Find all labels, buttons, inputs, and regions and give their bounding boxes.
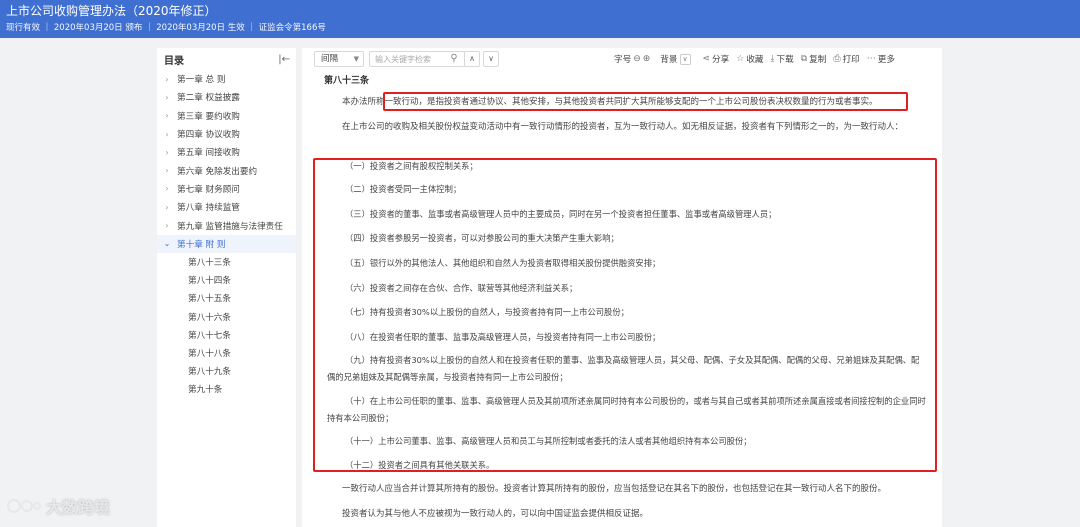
- toc-list: › 第一章 总 则 › 第二章 权益披露 › 第三章 要约收购 › 第四章 协议收购 ›…: [157, 70, 296, 398]
- download-icon: ⤓: [770, 54, 775, 64]
- chevron-right-icon: ›: [165, 129, 169, 139]
- chevron-down-icon: ∨: [679, 53, 691, 65]
- toc-sidebar: 目录 |← › 第一章 总 则 › 第二章 权益披露 › 第三章 要约收购 › 第四章 …: [157, 48, 296, 527]
- watermark: 大数跨境: [6, 494, 110, 518]
- paragraph-counter-evidence: 投资者认为其与他人不应被视为一致行动人的，可以向中国证监会提供相反证据。: [342, 509, 649, 519]
- toc-chapter[interactable]: › 第六章 免除发出要约: [157, 161, 296, 179]
- article-title: 第八十三条: [324, 76, 370, 86]
- more-icon: ⋯: [866, 54, 876, 64]
- toc-chapter[interactable]: › 第一章 总 则: [157, 70, 296, 88]
- content-toolbar: 间隔 ▼ ⚲ ∧ ∨ 字号 ⊖ ⊕ 背景 ∨ ⋖ 分享 ☆ 收藏: [302, 48, 942, 70]
- list-item: （一）投资者之间有股权控制关系；: [345, 161, 478, 171]
- list-item: （三）投资者的董事、监事或者高级管理人员中的主要成员，同时在另一个投资者担任董事…: [345, 209, 777, 219]
- list-item: （十一）上市公司董事、监事、高级管理人员和员工与其所控制或者委托的法人或者其他组…: [345, 436, 752, 446]
- prev-match-button[interactable]: ∧: [464, 51, 480, 67]
- toc-chapter[interactable]: › 第七章 财务顾问: [157, 180, 296, 198]
- star-icon: ☆: [736, 54, 745, 64]
- spacing-select[interactable]: 间隔 ▼: [314, 51, 364, 67]
- toc-article[interactable]: 第八十八条: [157, 344, 296, 362]
- list-item: （九）持有投资者30%以上股份的自然人和在投资者任职的董事、监事及高级管理人员，…: [327, 355, 920, 382]
- chevron-right-icon: ›: [165, 184, 169, 194]
- toc-chapter[interactable]: › 第二章 权益披露: [157, 88, 296, 106]
- list-item: （六）投资者之间存在合伙、合作、联营等其他经济利益关系；: [345, 283, 578, 293]
- watermark-logo-icon: [7, 499, 41, 513]
- chevron-right-icon: ›: [165, 74, 169, 84]
- toc-article[interactable]: 第九十条: [157, 380, 296, 398]
- next-match-button[interactable]: ∨: [483, 51, 499, 67]
- toc-chapter-active[interactable]: ⌄ 第十章 附 则: [157, 234, 296, 253]
- download-button[interactable]: ⤓ 下载: [771, 53, 794, 65]
- toc-chapter[interactable]: › 第四章 协议收购: [157, 125, 296, 143]
- list-item: （四）投资者参股另一投资者，可以对参股公司的重大决策产生重大影响；: [345, 233, 619, 243]
- intro-prefix: 本办法所称: [342, 97, 385, 107]
- chevron-right-icon: ›: [165, 221, 169, 231]
- copy-icon: ⧉: [800, 54, 808, 64]
- more-button[interactable]: ⋯ 更多: [867, 53, 895, 65]
- paragraph-aggregation: 一致行动人应当合并计算其所持有的股份。投资者计算其所持有的股份，应当包括登记在其…: [342, 484, 887, 494]
- chevron-down-icon: ⌄: [163, 239, 171, 249]
- list-item: （五）银行以外的其他法人、其他组织和自然人为投资者取得相关股份提供融资安排；: [345, 258, 661, 268]
- chevron-right-icon: ›: [165, 111, 169, 121]
- watermark-text: 大数跨境: [46, 498, 111, 517]
- document-title: 上市公司收购管理办法（2020年修正）: [6, 4, 217, 18]
- zoom-in-icon[interactable]: ⊕: [643, 54, 651, 64]
- toc-article[interactable]: 第八十三条: [157, 253, 296, 271]
- list-item: （二）投资者受同一主体控制；: [345, 184, 462, 194]
- background-label: 背景: [660, 55, 678, 65]
- collect-button[interactable]: ☆ 收藏: [736, 53, 763, 65]
- toc-article[interactable]: 第八十九条: [157, 362, 296, 380]
- paragraph-concert-parties: 在上市公司的收购及相关股份权益变动活动中有一致行动情形的投资者，互为一致行动人。…: [342, 122, 904, 132]
- search-icon[interactable]: ⚲: [447, 52, 461, 66]
- list-item: （七）持有投资者30%以上股份的自然人，与投资者持有同一上市公司股份；: [345, 307, 629, 317]
- copy-button[interactable]: ⧉ 复制: [801, 53, 827, 65]
- background-control[interactable]: 背景 ∨: [660, 53, 691, 65]
- collapse-sidebar-icon[interactable]: |←: [278, 54, 290, 65]
- chevron-down-icon: ▼: [353, 55, 359, 63]
- toc-article[interactable]: 第八十四条: [157, 271, 296, 289]
- document-meta: 现行有效 ｜ 2020年03月20日 颁布 ｜ 2020年03月20日 生效 ｜…: [6, 23, 326, 33]
- toc-chapter[interactable]: › 第九章 监管措施与法律责任: [157, 216, 296, 234]
- font-size-control: 字号 ⊖ ⊕: [614, 53, 650, 65]
- highlight-box-definition: [383, 92, 908, 111]
- chevron-right-icon: ›: [165, 202, 169, 212]
- toc-chapter[interactable]: › 第五章 间接收购: [157, 143, 296, 161]
- list-item: （十）在上市公司任职的董事、监事、高级管理人员及其前项所述亲属同时持有本公司股份…: [327, 396, 926, 423]
- list-item: （十二）投资者之间具有其他关联关系。: [345, 460, 495, 470]
- toc-article[interactable]: 第八十六条: [157, 308, 296, 326]
- document-content: 间隔 ▼ ⚲ ∧ ∨ 字号 ⊖ ⊕ 背景 ∨ ⋖ 分享 ☆ 收藏: [302, 48, 942, 527]
- share-button[interactable]: ⋖ 分享: [703, 53, 730, 65]
- print-button[interactable]: ⎙ 打印: [833, 53, 859, 65]
- toc-chapter[interactable]: › 第八章 持续监管: [157, 198, 296, 216]
- toc-chapter[interactable]: › 第三章 要约收购: [157, 107, 296, 125]
- share-icon: ⋖: [702, 54, 711, 64]
- print-icon: ⎙: [833, 54, 841, 64]
- toolbar-actions: 字号 ⊖ ⊕ 背景 ∨ ⋖ 分享 ☆ 收藏 ⤓ 下载 ⧉ 复制 ⎙ 打印 ⋯ 更…: [614, 51, 895, 67]
- chevron-right-icon: ›: [165, 166, 169, 176]
- chevron-right-icon: ›: [165, 147, 169, 157]
- zoom-out-icon[interactable]: ⊖: [633, 54, 641, 64]
- list-item: （八）在投资者任职的董事、监事及高级管理人员，与投资者持有同一上市公司股份；: [345, 332, 661, 342]
- toc-article[interactable]: 第八十七条: [157, 326, 296, 344]
- toc-label: 目录: [164, 55, 184, 67]
- document-header: 上市公司收购管理办法（2020年修正） 现行有效 ｜ 2020年03月20日 颁…: [0, 0, 1080, 38]
- toc-article[interactable]: 第八十五条: [157, 289, 296, 307]
- font-size-label: 字号: [614, 55, 632, 65]
- chevron-right-icon: ›: [165, 92, 169, 102]
- toc-header: 目录 |←: [157, 48, 296, 70]
